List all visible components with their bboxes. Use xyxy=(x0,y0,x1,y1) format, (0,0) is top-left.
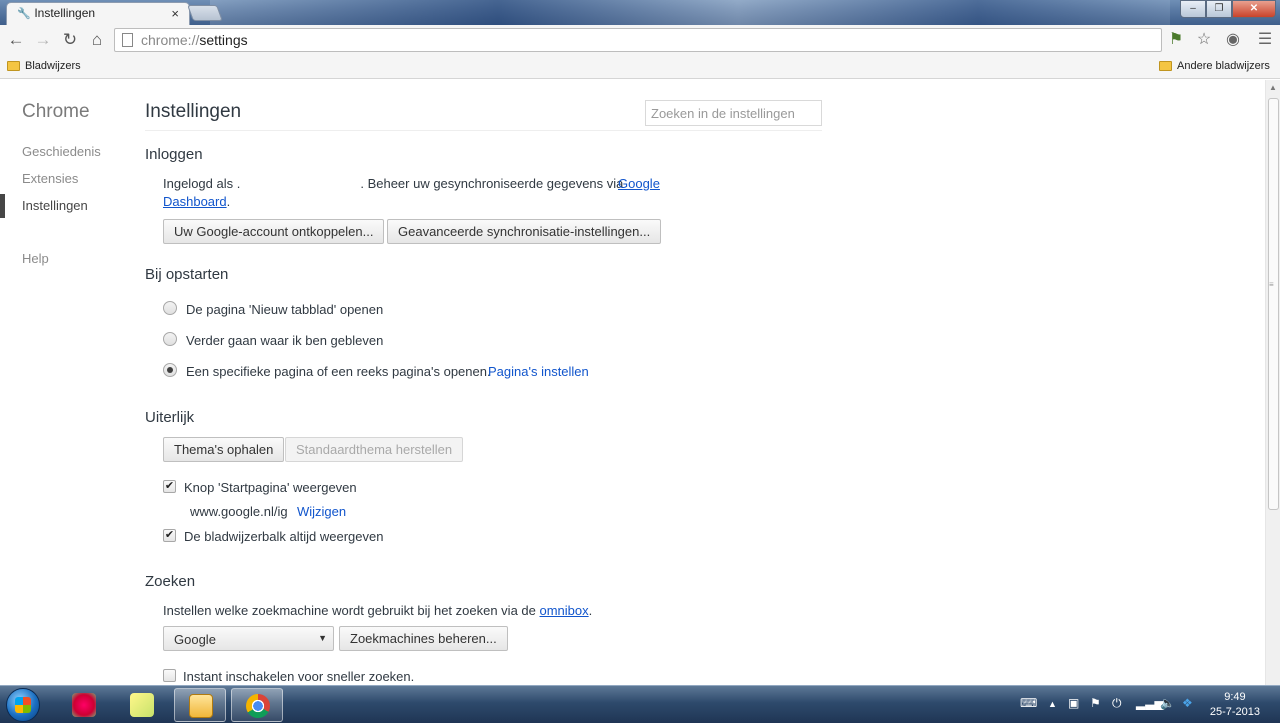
instant-label: Instant inschakelen voor sneller zoeken. xyxy=(183,669,415,684)
page-icon xyxy=(122,33,133,47)
advanced-sync-button[interactable]: Geavanceerde synchronisatie-instellingen… xyxy=(387,219,662,244)
power-icon[interactable]: ⏻ xyxy=(1112,696,1122,711)
tab-settings[interactable]: 🔧 Instellingen × xyxy=(6,2,190,25)
clock-date: 25-7-2013 xyxy=(1209,706,1260,718)
bookmarks-bar-checkbox[interactable]: ✔ xyxy=(163,529,176,542)
sidebar-item-extensions[interactable]: Extensies xyxy=(22,171,78,186)
action-center-flag-icon[interactable]: ⚑ xyxy=(1090,696,1101,710)
taskbar: ⌨ ▲ ▣ ⚑ ⏻ ▂▃▅ 🔈 ❖ 9:49 25-7-2013 xyxy=(0,685,1280,723)
volume-icon[interactable]: 🔈 xyxy=(1160,696,1175,710)
extension-icon[interactable]: ◉ xyxy=(1223,30,1243,50)
startup-radio-specific[interactable] xyxy=(163,363,177,377)
show-hidden-icons[interactable]: ▲ xyxy=(1048,699,1057,709)
reset-theme-button[interactable]: Standaardthema herstellen xyxy=(285,437,464,462)
section-appearance-title: Uiterlijk xyxy=(145,409,195,426)
folder-icon xyxy=(7,61,20,71)
folder-icon xyxy=(1159,61,1172,71)
instant-checkbox[interactable] xyxy=(163,669,176,682)
signin-text: Ingelogd als .. Beheer uw gesynchronisee… xyxy=(163,176,624,191)
sidebar-item-settings[interactable]: Instellingen xyxy=(22,198,88,213)
window-icon[interactable]: ▣ xyxy=(1068,696,1079,710)
sidebar-title: Chrome xyxy=(22,101,90,122)
taskbar-app-outlook[interactable] xyxy=(174,688,226,722)
active-indicator xyxy=(0,194,5,218)
outlook-icon xyxy=(189,694,213,718)
google-dashboard-link-cont[interactable]: Dashboard xyxy=(163,194,227,209)
startup-radio-newtab[interactable] xyxy=(163,301,177,315)
home-icon[interactable]: ⌂ xyxy=(86,29,108,51)
search-description: Instellen welke zoekmachine wordt gebrui… xyxy=(163,603,593,618)
disconnect-account-button[interactable]: Uw Google-account ontkoppelen... xyxy=(163,219,385,244)
keyboard-icon[interactable]: ⌨ xyxy=(1020,696,1037,710)
taskbar-app-chrome[interactable] xyxy=(231,688,283,722)
startup-option-label: De pagina 'Nieuw tabblad' openen xyxy=(186,302,384,317)
bookmarks-bar: Bladwijzers Andere bladwijzers xyxy=(0,56,1280,79)
clock[interactable]: 9:49 25-7-2013 xyxy=(1210,690,1260,720)
dropbox-icon[interactable]: ❖ xyxy=(1182,696,1193,710)
notes-icon xyxy=(130,693,154,717)
section-search-title: Zoeken xyxy=(145,573,196,590)
sidebar-item-help[interactable]: Help xyxy=(22,251,49,266)
star-icon[interactable]: ☆ xyxy=(1194,30,1214,50)
bookmarks-bar-label: De bladwijzerbalk altijd weergeven xyxy=(184,529,384,544)
flag-icon[interactable]: ⚑ xyxy=(1166,30,1186,50)
bookmarks-folder[interactable]: Bladwijzers xyxy=(7,60,81,72)
close-tab-icon[interactable]: × xyxy=(171,6,179,21)
header-divider xyxy=(145,130,822,131)
scroll-up-icon[interactable]: ▲ xyxy=(1269,83,1277,92)
google-dashboard-link[interactable]: Google xyxy=(618,176,660,191)
home-button-label: Knop 'Startpagina' weergeven xyxy=(184,480,357,495)
title-bar: 🔧 Instellingen × – ❐ ✕ xyxy=(0,0,1280,25)
clock-time: 9:49 xyxy=(1224,691,1246,703)
dropdown-arrow-icon: ▼ xyxy=(318,633,327,643)
minimize-button[interactable]: – xyxy=(1180,0,1206,18)
maximize-button[interactable]: ❐ xyxy=(1206,0,1232,18)
taskbar-app-notes[interactable] xyxy=(116,688,168,722)
set-pages-link[interactable]: Pagina's instellen xyxy=(488,364,589,379)
get-themes-button[interactable]: Thema's ophalen xyxy=(163,437,285,462)
startup-option-label: Verder gaan waar ik ben gebleven xyxy=(186,333,384,348)
other-bookmarks-folder[interactable]: Andere bladwijzers xyxy=(1159,60,1270,72)
scrollbar-thumb[interactable] xyxy=(1268,98,1279,510)
windows-logo-icon xyxy=(15,697,31,713)
chrome-icon xyxy=(246,694,270,718)
page-title: Instellingen xyxy=(145,101,242,122)
search-engine-select[interactable]: Google ▼ xyxy=(163,626,334,651)
omnibox-link[interactable]: omnibox xyxy=(540,603,589,618)
new-tab-button[interactable] xyxy=(187,5,223,21)
vertical-scrollbar[interactable]: ▲ ≡ xyxy=(1265,80,1280,685)
startup-radio-continue[interactable] xyxy=(163,332,177,346)
change-home-link[interactable]: Wijzigen xyxy=(297,504,346,519)
forward-icon[interactable]: → xyxy=(32,29,54,51)
back-icon[interactable]: ← xyxy=(5,29,27,51)
startup-option-label: Een specifieke pagina of een reeks pagin… xyxy=(186,364,491,379)
reload-icon[interactable]: ↻ xyxy=(59,29,81,51)
grip-icon: ≡ xyxy=(1269,280,1274,289)
close-window-button[interactable]: ✕ xyxy=(1232,0,1276,18)
search-input[interactable] xyxy=(645,100,822,126)
taskbar-app-paint[interactable] xyxy=(58,688,110,722)
manage-search-engines-button[interactable]: Zoekmachines beheren... xyxy=(339,626,508,651)
home-url: www.google.nl/ig xyxy=(190,504,288,519)
address-bar[interactable]: chrome://settings xyxy=(114,28,1162,52)
wrench-icon: 🔧 xyxy=(17,8,31,20)
menu-icon[interactable]: ☰ xyxy=(1255,30,1275,50)
home-button-checkbox[interactable]: ✔ xyxy=(163,480,176,493)
paint-icon xyxy=(72,693,96,717)
tab-title: Instellingen xyxy=(34,6,96,20)
section-signin-title: Inloggen xyxy=(145,146,203,163)
browser-toolbar: ← → ↻ ⌂ chrome://settings ⚑ ☆ ◉ ☰ xyxy=(0,25,1280,56)
section-startup-title: Bij opstarten xyxy=(145,266,229,283)
sidebar-item-history[interactable]: Geschiedenis xyxy=(22,144,101,159)
settings-page: Chrome Geschiedenis Extensies Instelling… xyxy=(0,80,1265,685)
start-button[interactable] xyxy=(6,688,40,722)
